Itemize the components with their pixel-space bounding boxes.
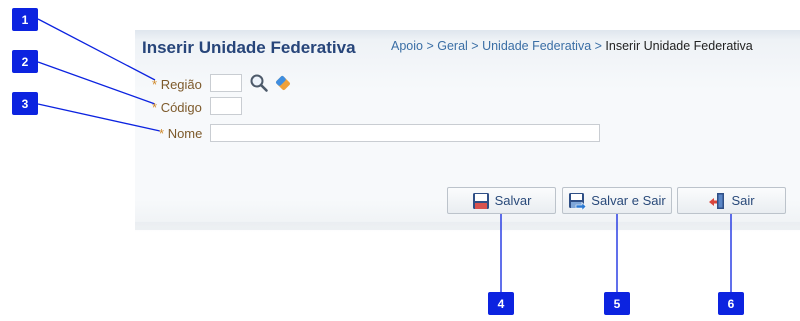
salvar-e-sair-button-label: Salvar e Sair [591,193,666,208]
codigo-label-text: Código [160,100,202,115]
breadcrumb: Apoio > Geral > Unidade Federativa > Ins… [391,39,753,53]
sair-button[interactable]: Sair [677,187,786,214]
callout-marker-3: 3 [12,92,38,115]
callout-marker-2: 2 [12,50,38,73]
page-title: Inserir Unidade Federativa [142,38,356,57]
salvar-e-sair-button[interactable]: Salvar e Sair [562,187,672,214]
eraser-icon[interactable] [273,73,293,93]
save-and-exit-icon [568,192,587,211]
floppy-disk-icon [472,192,490,210]
callout-marker-1: 1 [12,8,38,31]
search-icon[interactable] [249,73,269,93]
required-mark: * [152,77,158,92]
callout-line-2 [37,61,156,105]
required-mark: * [152,100,158,115]
codigo-input[interactable] [210,97,242,115]
nome-label: * Nome [159,126,202,141]
callout-marker-5: 5 [604,292,630,315]
nome-label-text: Nome [167,126,203,141]
callout-line-1 [37,18,156,81]
breadcrumb-current: Inserir Unidade Federativa [605,39,753,53]
codigo-label: * Código [152,100,202,115]
regiao-label: * Região [152,77,202,92]
breadcrumb-link-geral[interactable]: Geral [437,39,468,53]
callout-marker-6: 6 [718,292,744,315]
nome-input[interactable] [210,124,600,142]
breadcrumb-separator: > [422,39,438,53]
regiao-label-text: Região [160,77,202,92]
callout-line-3 [37,103,161,132]
callout-marker-4: 4 [488,292,514,315]
exit-door-icon [708,192,726,210]
required-mark: * [159,126,165,141]
breadcrumb-separator: > [467,39,483,53]
salvar-button-label: Salvar [494,193,532,208]
breadcrumb-link-apoio[interactable]: Apoio [391,39,423,53]
salvar-button[interactable]: Salvar [447,187,556,214]
sair-button-label: Sair [731,193,755,208]
regiao-input[interactable] [210,74,242,92]
breadcrumb-separator: > [591,39,606,53]
breadcrumb-link-unidade-federativa[interactable]: Unidade Federativa [482,39,591,53]
